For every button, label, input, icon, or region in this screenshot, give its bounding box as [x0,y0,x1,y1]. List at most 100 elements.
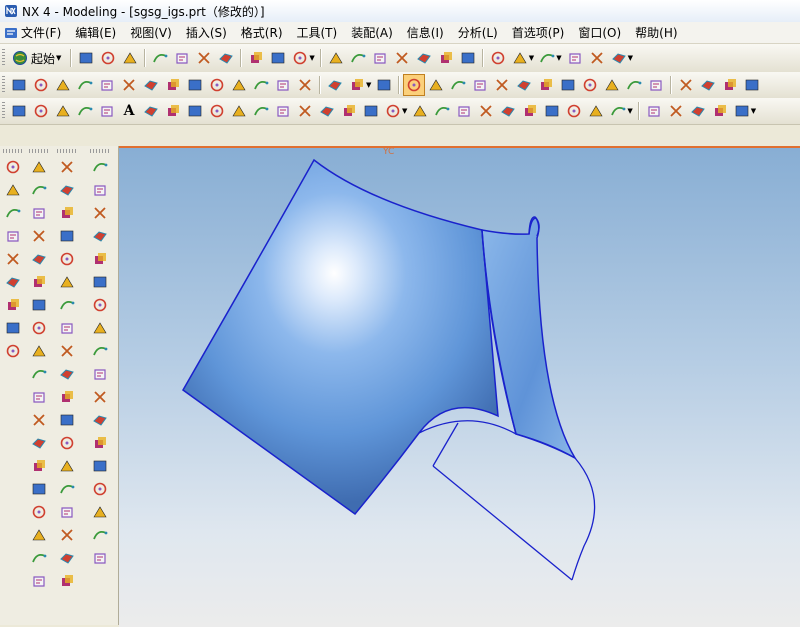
delete-button[interactable] [215,47,237,69]
box7-tool[interactable] [56,547,78,569]
shell-button[interactable] [346,74,368,96]
arc-tool-button[interactable] [30,100,52,122]
polyline-button[interactable] [8,100,30,122]
dropdown-arrow-icon[interactable]: ▼ [751,107,756,115]
cylinder-tool[interactable] [56,386,78,408]
circle-tool-button[interactable] [52,100,74,122]
chain-button[interactable] [206,74,228,96]
curve-surf-tool[interactable] [28,386,50,408]
shaded-view-button[interactable] [347,47,369,69]
cylinder2-tool[interactable] [89,409,111,431]
menu-edit[interactable]: 编辑(E) [68,24,123,41]
surface-tool[interactable] [28,363,50,385]
cube-yellow-tool[interactable] [56,248,78,270]
paste-button[interactable] [193,47,215,69]
point-set-button[interactable] [140,100,162,122]
dropdown-arrow-icon[interactable]: ▼ [627,107,632,115]
cube-red-tool[interactable] [28,225,50,247]
dropdown-arrow-icon[interactable]: ▼ [529,54,534,62]
ruler-tool[interactable] [89,501,111,523]
toolbar-grip[interactable] [90,149,111,153]
cube2-tool[interactable] [28,524,50,546]
dropdown-arrow-icon[interactable]: ▼ [366,81,371,89]
repeat-button[interactable] [267,47,289,69]
section-button[interactable] [360,100,382,122]
bridge-button[interactable] [409,100,431,122]
measure2-tool[interactable] [89,225,111,247]
datum-button[interactable] [74,74,96,96]
circle-point-tool[interactable] [2,294,24,316]
surface-main[interactable] [182,158,499,516]
cube-blue5-tool[interactable] [89,386,111,408]
boolean-button[interactable] [228,74,250,96]
pencil-button[interactable] [491,74,513,96]
sphere2-tool[interactable] [89,363,111,385]
feature-tool[interactable] [56,271,78,293]
start-button[interactable]: 起始 ▼ [8,50,67,67]
spiral-button[interactable] [294,100,316,122]
extend-button[interactable] [601,74,623,96]
curve-button[interactable] [30,74,52,96]
box-tool[interactable] [28,248,50,270]
project-button[interactable] [316,100,338,122]
pipe-tool[interactable] [89,478,111,500]
patch-tool[interactable] [28,409,50,431]
cube3-tool[interactable] [28,570,50,592]
menu-view[interactable]: 视图(V) [123,24,179,41]
mirror-button[interactable] [453,100,475,122]
menu-preferences[interactable]: 首选项(P) [505,24,572,41]
box6-tool[interactable] [56,524,78,546]
sheet-tool[interactable] [28,271,50,293]
surface-side[interactable] [481,217,578,460]
split-button[interactable] [623,74,645,96]
cube-blue-tool[interactable] [89,271,111,293]
patch-button[interactable] [643,100,665,122]
pin-button[interactable] [403,74,426,96]
settings-button[interactable] [586,47,608,69]
save-button[interactable] [119,47,141,69]
lighting-button[interactable] [536,47,558,69]
toolbar-grip[interactable] [2,102,5,120]
menu-file[interactable]: 文件(F) [0,24,68,41]
plane-button[interactable] [52,74,74,96]
offset-button[interactable] [373,74,395,96]
sweep-button[interactable] [162,74,184,96]
toolbar-grip[interactable] [2,49,5,67]
line-button[interactable] [425,74,447,96]
hexagon-button[interactable] [206,100,228,122]
tool-tool[interactable] [28,501,50,523]
drape-tool[interactable] [28,478,50,500]
cut-button[interactable] [149,47,171,69]
toolbar-grip[interactable] [2,76,5,94]
edge-button[interactable] [250,74,272,96]
feature2-tool[interactable] [56,294,78,316]
pad-tool[interactable] [56,202,78,224]
analysis-button[interactable] [665,100,687,122]
intersect-button[interactable] [338,100,360,122]
toolbar-grip[interactable] [57,149,78,153]
dropdown-arrow-icon[interactable]: ▼ [556,54,561,62]
snap-button[interactable] [557,74,579,96]
menu-format[interactable]: 格式(R) [234,24,290,41]
box8-tool[interactable] [56,570,78,592]
center-button[interactable] [719,74,741,96]
helix-button[interactable] [250,100,272,122]
dropdown-arrow-icon[interactable]: ▼ [309,54,314,62]
pocket-tool[interactable] [56,317,78,339]
select-tool[interactable] [2,156,24,178]
plus-tool[interactable] [2,340,24,362]
rotate-button[interactable] [413,47,435,69]
target-button[interactable] [741,74,763,96]
menu-information[interactable]: 信息(I) [400,24,451,41]
perspective-button[interactable] [457,47,479,69]
undo-button[interactable] [245,47,267,69]
surface-button[interactable] [519,100,541,122]
sphere-tool[interactable] [56,225,78,247]
sheet2-tool[interactable] [28,294,50,316]
blend-button[interactable] [294,74,316,96]
arrow-tool[interactable] [2,179,24,201]
box3-tool[interactable] [56,455,78,477]
solid-tool[interactable] [56,179,78,201]
cross-button[interactable] [513,74,535,96]
dropdown-arrow-icon[interactable]: ▼ [402,107,407,115]
